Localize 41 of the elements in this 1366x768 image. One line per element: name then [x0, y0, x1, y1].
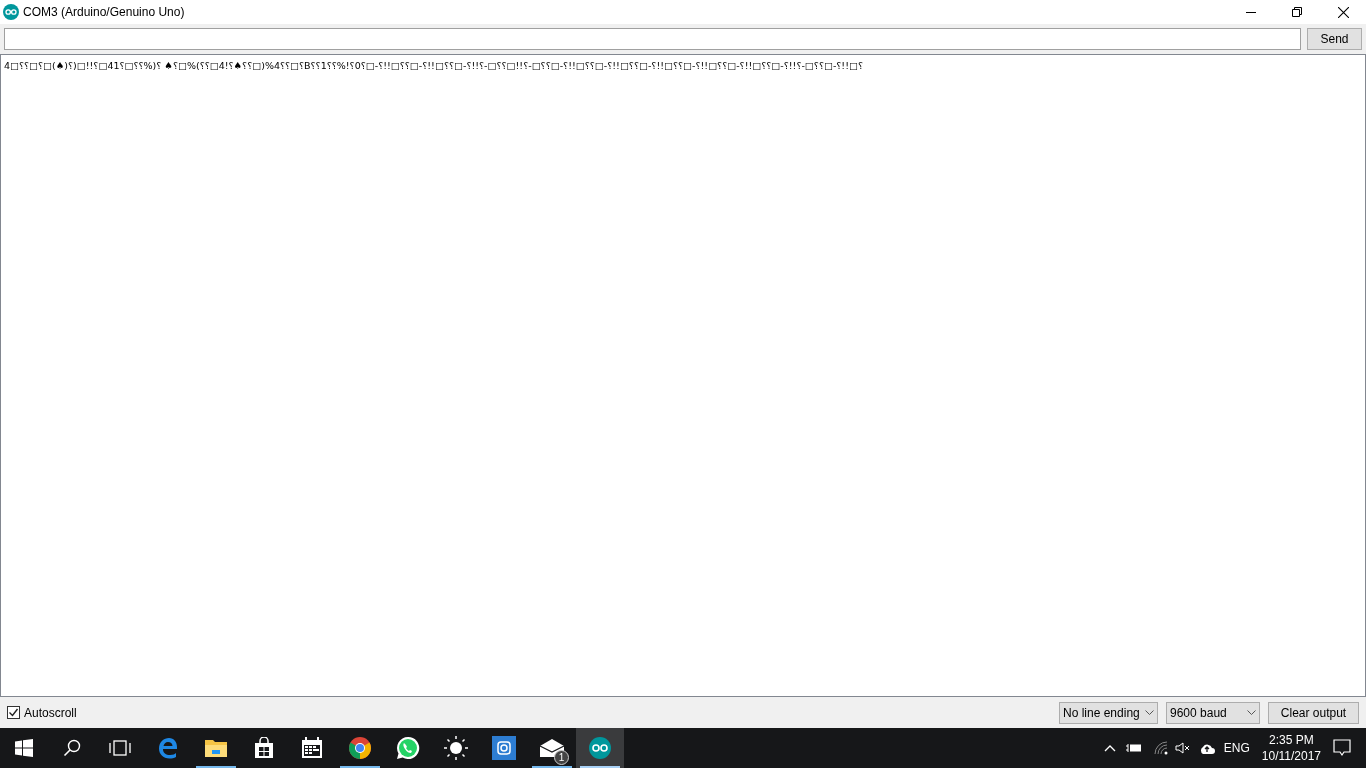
taskbar-button[interactable] [576, 728, 624, 768]
running-indicator [532, 766, 572, 768]
folder-icon [204, 738, 228, 758]
arduino-logo-icon [3, 4, 19, 20]
calendar-icon [301, 737, 323, 759]
shopping-bag-icon [253, 737, 275, 759]
notification-icon[interactable] [1333, 739, 1351, 757]
caret-icon [1247, 709, 1256, 716]
taskbar-button[interactable]: 1 [528, 728, 576, 768]
windows-logo-icon [15, 739, 33, 757]
notification-badge: 1 [554, 750, 569, 765]
running-indicator [196, 766, 236, 768]
browser-e-icon [157, 737, 179, 759]
camera-icon [492, 736, 516, 760]
caret-icon [1145, 709, 1154, 716]
task-view-icon [109, 740, 131, 756]
sun-icon [444, 736, 468, 760]
clear-output-button[interactable]: Clear output [1268, 701, 1359, 724]
autoscroll-checkbox[interactable]: Autoscroll [7, 703, 77, 722]
language-indicator[interactable]: ENG [1223, 739, 1250, 757]
send-button[interactable]: Send [1307, 28, 1362, 50]
clock[interactable]: 2:35 PM 10/11/2017 [1261, 732, 1321, 764]
search-icon [63, 739, 81, 757]
restore-icon [1292, 7, 1302, 17]
wifi-icon[interactable] [1153, 741, 1168, 755]
baud-rate-dropdown[interactable]: 9600 baud [1166, 701, 1260, 724]
infinity-logo-icon [589, 737, 611, 759]
muted-speaker-icon[interactable] [1174, 742, 1191, 754]
input-field[interactable] [4, 28, 1301, 50]
running-indicator [340, 766, 380, 768]
chat-phone-icon [396, 736, 420, 760]
chrome-icon [348, 736, 372, 760]
battery-icon[interactable] [1125, 743, 1142, 753]
check-icon [8, 707, 19, 718]
running-indicator [580, 766, 620, 768]
cloud-upload-icon[interactable] [1198, 742, 1215, 754]
line-ending-dropdown[interactable]: No line ending [1059, 701, 1158, 724]
window-title: COM3 (Arduino/Genuino Uno) [23, 4, 185, 21]
chevron-up-icon[interactable] [1103, 744, 1116, 752]
serial-output-text: 4□⸮⸮□⸮□(♠)⸮)□!!⸮□41⸮□⸮⸮%)⸮ ♠⸮□%(⸮⸮□4!⸮♠⸮⸮□)%4⸮⸮□⸮B⸮⸮1⸮⸮%!⸮0⸮□-⸮!!□⸮⸮□-⸮!!□⸮⸮□-⸮!!⸮-□⸮⸮□!!⸮-□⸮⸮□-⸮!!□⸮⸮□-⸮!!□⸮⸮□-⸮!!□⸮⸮□-⸮!!□⸮⸮□-⸮!!□⸮⸮□-⸮!!⸮-□⸮⸮□-⸮!!□⸮ [4, 59, 864, 73]
close-icon [1337, 6, 1349, 18]
